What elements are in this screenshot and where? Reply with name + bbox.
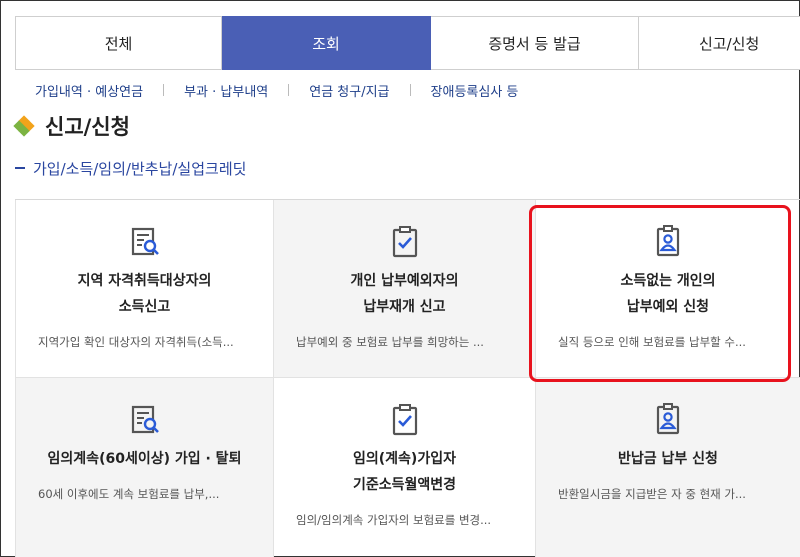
document-search-icon: [131, 405, 159, 434]
subnav-link-pension-claim[interactable]: 연금 청구/지급: [309, 81, 389, 100]
card-title: 반납금 납부 신청: [618, 451, 718, 467]
card-title: 임의(계속)가입자 기준소득월액변경: [352, 451, 457, 493]
person-badge-icon: [656, 403, 680, 435]
sub-navigation: 가입내역 · 예상연금 부과 · 납부내역 연금 청구/지급 장애등록심사 등: [35, 81, 519, 100]
divider: [409, 84, 411, 96]
tab-certificate[interactable]: 증명서 등 발급: [431, 16, 639, 70]
clipboard-check-icon: [392, 226, 417, 258]
clipboard-check-icon: [392, 404, 417, 436]
card-description: 반환일시금을 지급받은 자 중 현재 가...: [558, 487, 746, 501]
tab-report-apply[interactable]: 신고/신청: [639, 16, 800, 70]
card-description: 임의/임의계속 가입자의 보험료를 변경...: [296, 513, 492, 527]
subnav-link-disability[interactable]: 장애등록심사 등: [431, 81, 519, 100]
divider: [288, 84, 290, 96]
highlight-box: [529, 205, 791, 382]
subnav-link-enrollment[interactable]: 가입내역 · 예상연금: [35, 81, 143, 100]
card-title: 지역 자격취득대상자의 소득신고: [77, 273, 212, 315]
section-title-text: 신고/신청: [45, 115, 130, 139]
category-heading-text: 가입/소득/임의/반추납/실업크레딧: [33, 159, 247, 178]
card-title: 임의계속(60세이상) 가입 · 탈퇴: [47, 451, 242, 467]
card-description: 납부예외 중 보험료 납부를 희망하는 ...: [296, 335, 484, 349]
tab-all[interactable]: 전체: [15, 16, 222, 70]
subnav-link-payment[interactable]: 부과 · 납부내역: [184, 81, 268, 100]
main-tabs: 전체 조회 증명서 등 발급 신고/신청: [15, 16, 800, 70]
tab-inquiry[interactable]: 조회: [222, 16, 431, 70]
diamond-icon: [13, 115, 35, 137]
divider: [163, 84, 165, 96]
dash-icon: [15, 167, 25, 169]
service-card-voluntary-continued[interactable]: 임의계속(60세이상) 가입 · 탈퇴 60세 이후에도 계속 보험료를 납부,…: [15, 378, 274, 557]
card-title: 개인 납부예외자의 납부재개 신고: [350, 273, 459, 315]
service-card-income-change[interactable]: 임의(계속)가입자 기준소득월액변경 임의/임의계속 가입자의 보험료를 변경.…: [274, 378, 536, 557]
service-card-regional-income-report[interactable]: 지역 자격취득대상자의 소득신고 지역가입 확인 대상자의 자격취득(소득...: [15, 200, 274, 378]
service-card-refund-payment[interactable]: 반납금 납부 신청 반환일시금을 지급받은 자 중 현재 가...: [536, 378, 800, 557]
service-card-payment-resume[interactable]: 개인 납부예외자의 납부재개 신고 납부예외 중 보험료 납부를 희망하는 ..…: [274, 200, 536, 378]
card-description: 60세 이후에도 계속 보험료를 납부,...: [38, 487, 220, 501]
card-description: 지역가입 확인 대상자의 자격취득(소득...: [38, 335, 234, 349]
category-heading: 가입/소득/임의/반추납/실업크레딧: [15, 157, 246, 179]
document-search-icon: [131, 227, 159, 256]
section-title: 신고/신청: [13, 111, 130, 141]
